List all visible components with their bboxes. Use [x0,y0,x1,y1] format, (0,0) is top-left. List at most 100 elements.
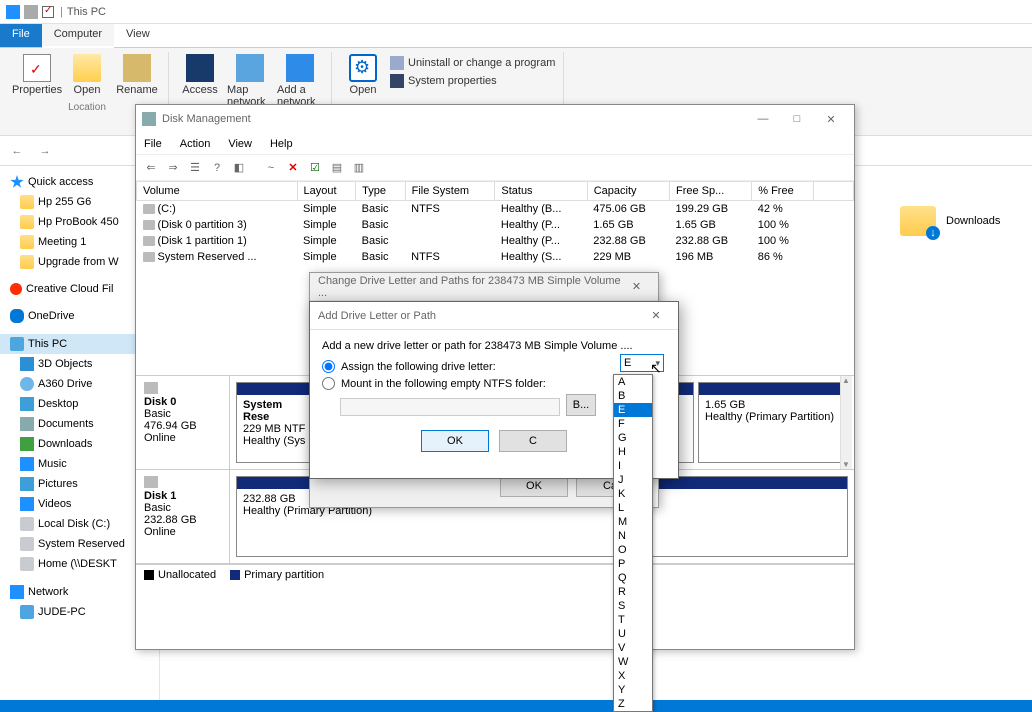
disk0-label[interactable]: Disk 0 Basic 476.94 GB Online [136,376,230,469]
access-button[interactable]: Access [175,52,225,110]
close-button[interactable]: ✕ [814,113,848,126]
drive-letter-option[interactable]: W [614,655,652,669]
col-free[interactable]: Free Sp... [669,182,751,201]
drive-letter-option[interactable]: A [614,375,652,389]
nav-forward[interactable]: → [34,140,56,162]
drive-letter-option[interactable]: N [614,529,652,543]
music-icon [20,457,34,471]
uninstall-button[interactable]: Uninstall or change a program [388,54,557,72]
network-disk-icon [20,557,34,571]
drive-letter-option[interactable]: Q [614,571,652,585]
maximize-button[interactable]: □ [780,113,814,125]
desktop-icon [20,397,34,411]
folder-icon [20,215,34,229]
open-settings-button[interactable]: Open [338,52,388,98]
tb-settings-icon[interactable]: ▤ [328,159,346,177]
drive-letter-option[interactable]: X [614,669,652,683]
dialog-title: Add Drive Letter or Path [318,310,436,322]
close-icon[interactable]: ✕ [623,280,650,293]
volume-table: Volume Layout Type File System Status Ca… [136,181,854,265]
minimize-button[interactable]: — [746,113,780,125]
dm-toolbar: ⇐ ⇒ ☰ ? ◧ ~ ✕ ☑ ▤ ▥ [136,155,854,181]
table-row[interactable]: (Disk 0 partition 3)SimpleBasicHealthy (… [137,217,854,233]
tb-view-icon[interactable]: ☰ [186,159,204,177]
tb-forward-icon[interactable]: ⇒ [164,159,182,177]
dm-legend: Unallocated Primary partition [136,564,854,585]
tb-help-icon[interactable]: ? [208,159,226,177]
drive-letter-option[interactable]: R [614,585,652,599]
radio-assign-letter[interactable]: Assign the following drive letter: [322,360,666,373]
dm-menubar: File Action View Help [136,133,854,155]
browse-button[interactable]: B... [566,394,596,416]
menu-view[interactable]: View [228,138,252,150]
cancel-button[interactable]: C [499,430,567,452]
table-row[interactable]: System Reserved ...SimpleBasicNTFSHealth… [137,249,854,265]
tb-back-icon[interactable]: ⇐ [142,159,160,177]
scrollbar[interactable] [840,376,852,469]
drive-letter-option[interactable]: H [614,445,652,459]
dm-titlebar: Disk Management — □ ✕ [136,105,854,133]
partition[interactable]: System Rese 229 MB NTF Healthy (Sys [236,382,316,463]
col-filesystem[interactable]: File System [405,182,495,201]
drive-letter-option[interactable]: S [614,599,652,613]
col-volume[interactable]: Volume [137,182,298,201]
drive-letter-option[interactable]: V [614,641,652,655]
table-row[interactable]: (Disk 1 partition 1)SimpleBasicHealthy (… [137,233,854,249]
col-status[interactable]: Status [495,182,587,201]
drive-letter-option[interactable]: B [614,389,652,403]
drive-letter-option[interactable]: L [614,501,652,515]
folder-path-input[interactable] [340,398,560,416]
menu-action[interactable]: Action [180,138,211,150]
tb-delete-icon[interactable]: ✕ [284,159,302,177]
tab-view[interactable]: View [114,24,162,47]
drive-letter-option[interactable]: E [614,403,652,417]
drive-letter-option[interactable]: K [614,487,652,501]
tab-file[interactable]: File [0,24,42,47]
col-type[interactable]: Type [356,182,406,201]
nav-back[interactable]: ← [6,140,28,162]
drive-letter-option[interactable]: M [614,515,652,529]
map-network-button[interactable]: Map network [225,52,275,110]
menu-help[interactable]: Help [270,138,293,150]
radio-mount-input[interactable] [322,377,335,390]
tb-check-icon[interactable]: ☑ [306,159,324,177]
drive-letter-option[interactable]: U [614,627,652,641]
star-icon [10,175,24,189]
col-pctfree[interactable]: % Free [752,182,814,201]
disk-icon [144,382,158,394]
drive-letter-option[interactable]: G [614,431,652,445]
drive-letter-option[interactable]: O [614,543,652,557]
creative-cloud-icon [10,283,22,295]
disk1-label[interactable]: Disk 1 Basic 232.88 GB Online [136,470,230,563]
drive-letter-option[interactable]: Y [614,683,652,697]
col-capacity[interactable]: Capacity [587,182,669,201]
table-row[interactable]: (C:)SimpleBasicNTFSHealthy (B...475.06 G… [137,201,854,218]
drive-letter-option[interactable]: T [614,613,652,627]
system-properties-button[interactable]: System properties [388,72,557,90]
properties-button[interactable]: Properties [12,52,62,98]
menu-file[interactable]: File [144,138,162,150]
drive-letter-option[interactable]: J [614,473,652,487]
tab-computer[interactable]: Computer [42,24,114,48]
add-network-button[interactable]: Add a network [275,52,325,110]
drive-letter-option[interactable]: I [614,459,652,473]
ok-button[interactable]: OK [421,430,489,452]
drive-letter-dropdown[interactable]: ABEFGHIJKLMNOPQRSTUVWXYZ [613,374,653,712]
close-icon[interactable]: ✕ [642,309,670,322]
explorer-icon [6,5,20,19]
open-button[interactable]: Open [62,52,112,98]
tb-props-icon[interactable]: ▥ [350,159,368,177]
radio-assign-input[interactable] [322,360,335,373]
drive-letter-select[interactable]: E ▾ [620,354,664,372]
col-layout[interactable]: Layout [297,182,356,201]
legend-swatch-primary [230,570,240,580]
chevron-down-icon: ▾ [655,358,660,369]
partition[interactable]: 1.65 GB Healthy (Primary Partition) [698,382,848,463]
drive-letter-option[interactable]: F [614,417,652,431]
tb-refresh-icon[interactable]: ◧ [230,159,248,177]
drive-letter-option[interactable]: Z [614,697,652,711]
tb-action-icon[interactable]: ~ [262,159,280,177]
drive-letter-option[interactable]: P [614,557,652,571]
downloads-folder[interactable]: Downloads [900,206,1000,236]
rename-button[interactable]: Rename [112,52,162,98]
